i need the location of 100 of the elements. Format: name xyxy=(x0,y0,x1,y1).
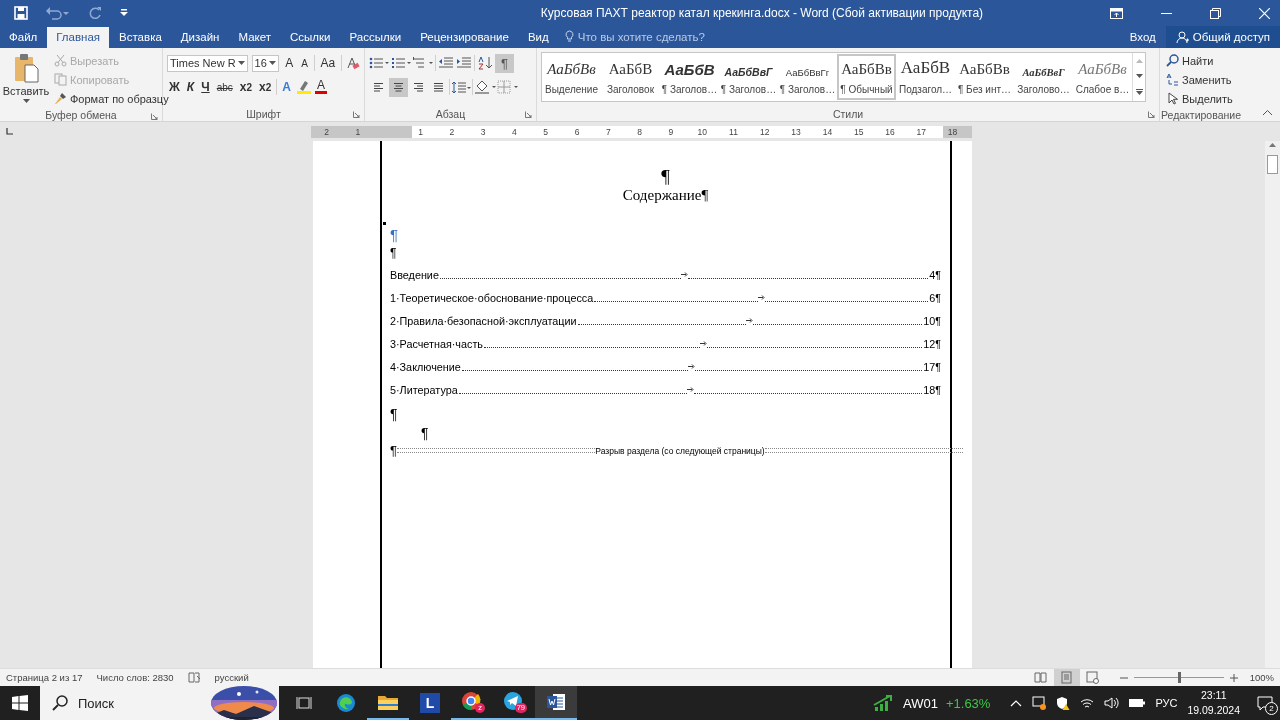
ribbon-tab[interactable]: Вставка xyxy=(110,27,171,48)
clock[interactable]: 23:11 19.09.2024 xyxy=(1187,688,1240,718)
shrink-font-button[interactable]: A xyxy=(299,57,310,69)
line-spacing-icon[interactable] xyxy=(451,80,471,94)
style-preview: АаБбВв xyxy=(841,59,892,78)
change-case-button[interactable]: Aa xyxy=(318,56,338,70)
stock-ticker[interactable]: AW01 xyxy=(903,695,938,711)
dialog-launcher-icon[interactable] xyxy=(1148,111,1155,118)
editing-action[interactable]: Выделить xyxy=(1164,89,1238,108)
proofing-icon[interactable] xyxy=(187,672,201,683)
style-item[interactable]: АаБбВвГ Заголово… xyxy=(1014,54,1073,100)
toc-entry-title[interactable]: 3·Расчетная·часть xyxy=(390,337,483,350)
collapse-ribbon-icon[interactable] xyxy=(1263,110,1272,115)
toc-entry-title[interactable]: Введение xyxy=(390,268,439,281)
tab-selector-icon[interactable] xyxy=(4,127,13,136)
style-name: ¶ Обычный xyxy=(840,83,893,95)
style-item[interactable]: АаБбВв Слабое в… xyxy=(1073,54,1132,100)
battery-icon[interactable] xyxy=(1129,698,1146,708)
font-style-button[interactable]: К xyxy=(184,80,197,94)
chevron-up-icon[interactable] xyxy=(1010,699,1023,707)
dialog-launcher-icon[interactable] xyxy=(151,113,158,120)
input-language[interactable]: РУС xyxy=(1155,697,1178,709)
editing-action[interactable]: Заменить xyxy=(1164,70,1238,89)
numbering-icon[interactable] xyxy=(391,57,411,69)
windows-logo-icon[interactable] xyxy=(12,695,28,711)
toc-page-number: 18¶ xyxy=(923,383,941,396)
font-style-button[interactable]: Ж xyxy=(167,80,182,94)
ribbon-tab[interactable]: Дизайн xyxy=(171,27,229,48)
style-item[interactable]: АаБбВвГ ¶ Заголов… xyxy=(719,54,778,100)
scrollbar-thumb[interactable] xyxy=(1267,155,1278,174)
meeting-icon[interactable] xyxy=(1032,696,1047,710)
scroll-down-icon[interactable] xyxy=(1135,74,1143,78)
person-icon xyxy=(1175,30,1189,44)
scroll-up-icon[interactable] xyxy=(1269,143,1276,147)
tab-arrow-icon xyxy=(746,318,754,323)
sign-in-link[interactable]: Вход xyxy=(1119,31,1166,43)
speaker-icon[interactable] xyxy=(1104,697,1120,709)
highlight-icon[interactable] xyxy=(296,80,312,94)
clear-formatting-icon[interactable] xyxy=(346,56,360,70)
tell-me-field[interactable]: Что вы хотите сделать? xyxy=(577,30,705,43)
grow-font-button[interactable]: A xyxy=(283,56,296,70)
slider-thumb[interactable] xyxy=(1177,672,1181,683)
ribbon-tab[interactable]: Файл xyxy=(0,27,47,48)
caret-icon[interactable] xyxy=(237,61,245,65)
restore-icon[interactable] xyxy=(1210,7,1221,19)
share-button[interactable]: Общий доступ xyxy=(1165,26,1280,48)
toc-entry-title[interactable]: 1·Теоретическое·обоснование·процесса xyxy=(390,291,594,304)
style-item[interactable]: АаБбВ ¶ Заголов… xyxy=(660,54,719,100)
align-icon xyxy=(393,81,404,93)
font-style-button[interactable]: Ч xyxy=(199,80,212,94)
text-effects-button[interactable]: A xyxy=(280,80,293,94)
dialog-launcher-icon[interactable] xyxy=(525,111,532,118)
search-field[interactable]: Поиск xyxy=(40,686,279,720)
redo-icon[interactable] xyxy=(88,6,102,20)
language-label[interactable]: русский xyxy=(214,672,249,683)
shading-icon[interactable] xyxy=(474,80,496,94)
toc-entry-title[interactable]: 4·Заключение xyxy=(390,360,461,373)
font-name-field[interactable]: Times New R xyxy=(167,54,248,72)
save-icon[interactable] xyxy=(14,6,28,20)
increase-indent-icon[interactable] xyxy=(456,57,472,69)
show-marks-button[interactable]: ¶ xyxy=(495,53,514,73)
ribbon-tab[interactable]: Рассылки xyxy=(340,27,411,48)
style-item[interactable]: АаБбВ Подзагол… xyxy=(896,54,955,100)
taskbar-app[interactable] xyxy=(535,686,577,720)
ribbon-tab[interactable]: Макет xyxy=(229,27,280,48)
wifi-icon[interactable] xyxy=(1080,697,1095,709)
ribbon-tab[interactable]: Вид xyxy=(518,27,558,48)
font-size-field[interactable]: 16 xyxy=(251,54,280,72)
ribbon-display-icon[interactable] xyxy=(1110,7,1123,19)
undo-icon[interactable] xyxy=(46,6,70,20)
style-item[interactable]: АаБбВ Заголовок xyxy=(601,54,660,100)
decrease-indent-icon[interactable] xyxy=(438,57,454,69)
bullets-icon[interactable] xyxy=(369,57,389,69)
toc-entry-title[interactable]: 2·Правила·безопасной·эксплуатации xyxy=(390,314,577,327)
ribbon-tab[interactable]: Главная xyxy=(47,27,110,48)
taskbar-app[interactable]: L xyxy=(409,686,451,720)
zoom-in-icon[interactable] xyxy=(1229,673,1238,682)
caret-icon[interactable] xyxy=(22,99,30,103)
paste-button[interactable]: Вставить xyxy=(4,51,48,108)
caret-icon[interactable] xyxy=(269,61,277,65)
style-item[interactable]: АаБбВв ¶ Обычный xyxy=(837,54,896,100)
style-item[interactable]: АаБбВв ¶ Без инт… xyxy=(955,54,1014,100)
dialog-launcher-icon[interactable] xyxy=(353,111,360,118)
group-label: Редактирование xyxy=(1161,108,1241,121)
shield-icon[interactable] xyxy=(1056,696,1071,710)
font-color-button[interactable]: A xyxy=(315,80,327,94)
ribbon-tab[interactable]: Ссылки xyxy=(281,27,340,48)
more-icon[interactable] xyxy=(1135,89,1143,96)
sort-icon[interactable] xyxy=(477,56,493,70)
style-item[interactable]: АаБбВвГг ¶ Заголов… xyxy=(778,54,837,100)
toc-entry-title[interactable]: 5·Литература xyxy=(390,383,458,396)
style-item[interactable]: АаБбВв Выделение xyxy=(542,54,601,100)
font-style-button[interactable]: abc xyxy=(214,81,235,93)
ribbon-tab[interactable]: Рецензирование xyxy=(411,27,518,48)
align-center-button[interactable] xyxy=(389,77,408,97)
editing-action[interactable]: Найти xyxy=(1164,51,1238,70)
multilevel-list-icon[interactable] xyxy=(413,57,433,69)
zoom-level[interactable]: 100% xyxy=(1249,672,1274,683)
customize-icon[interactable] xyxy=(120,9,128,17)
close-icon[interactable] xyxy=(1259,7,1270,19)
